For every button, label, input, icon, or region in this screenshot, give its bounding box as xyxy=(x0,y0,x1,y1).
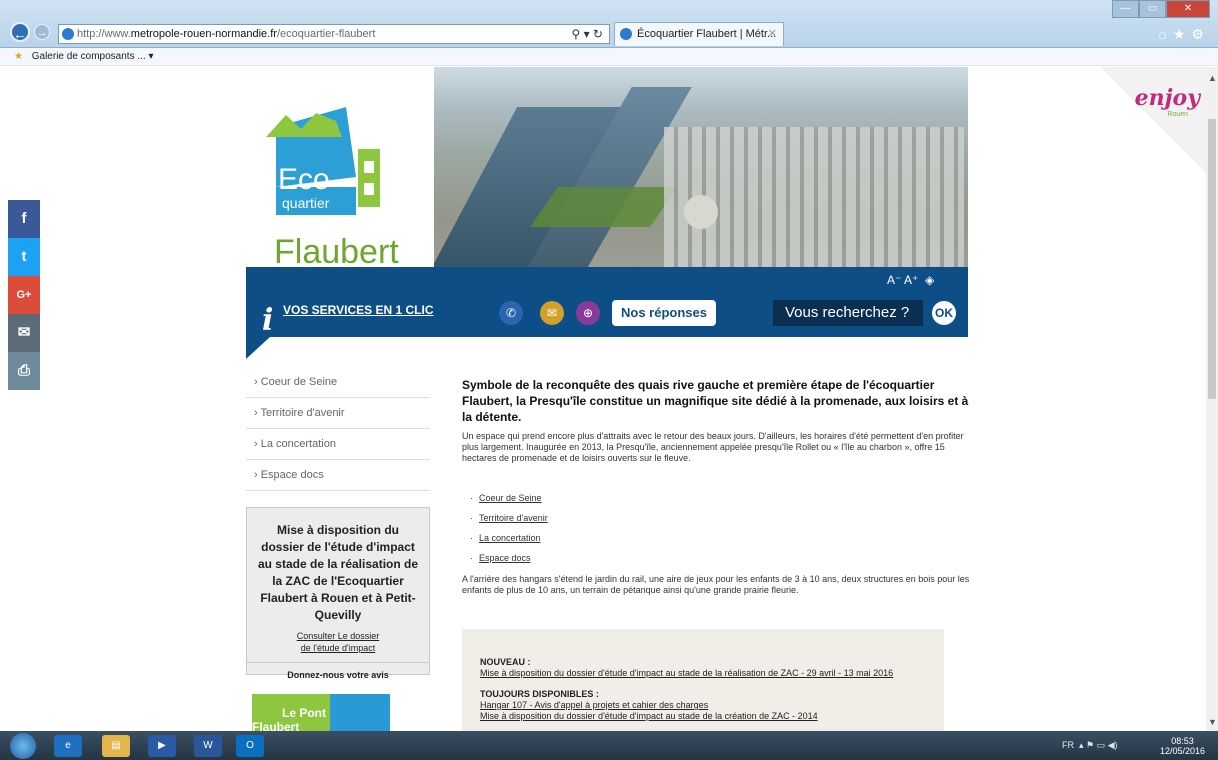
outlook-taskbar-icon[interactable]: O xyxy=(236,735,264,757)
hero-silo-shape xyxy=(684,195,718,229)
tab-globe-icon xyxy=(620,28,632,40)
donnez-avis-link[interactable]: Donnez-nous votre avis xyxy=(247,663,429,687)
clock[interactable]: 08:53 12/05/2016 xyxy=(1160,736,1205,756)
info-icon: i xyxy=(262,303,274,338)
side-navigation: › Coeur de Seine › Territoire d'avenir ›… xyxy=(246,367,430,491)
window-controls: — ▭ ✕ xyxy=(1112,0,1210,18)
nouveau-label: NOUVEAU : xyxy=(480,657,531,667)
forward-button[interactable]: → xyxy=(34,24,50,40)
toujours-link-1[interactable]: Hangar 107 - Avis d'appel à projets et c… xyxy=(480,700,926,711)
search-input[interactable]: Vous recherchez ? xyxy=(773,300,923,326)
mail-icon[interactable]: ✉ xyxy=(540,301,564,325)
dossier-link-line2[interactable]: de l'étude d'impact xyxy=(247,642,429,654)
logo-eco: Eco xyxy=(278,163,330,196)
email-icon[interactable]: ✉ xyxy=(8,314,40,352)
page-scrollbar[interactable]: ▲ ▼ xyxy=(1206,67,1218,731)
browser-titlebar: ← → http://www.metropole-rouen-normandie… xyxy=(0,0,1218,48)
clock-date: 12/05/2016 xyxy=(1160,746,1206,756)
explorer-taskbar-icon[interactable]: ▤ xyxy=(102,735,130,757)
search-refresh-icon[interactable]: ⚲ ▾ ↻ xyxy=(571,25,603,43)
language-indicator[interactable]: FR ▴ ⚑ ▭ ◀) xyxy=(1062,740,1118,751)
phone-icon[interactable]: ✆ xyxy=(499,301,523,325)
content-paragraph-1: Un espace qui prend encore plus d'attrai… xyxy=(462,431,964,463)
web-page: f t G+ ✉ ⎙ enjoy Rouen Eco quartier Flau… xyxy=(0,67,1206,731)
content-link-coeur-de-seine[interactable]: Coeur de Seine xyxy=(479,493,542,503)
pont-line1: Le Pont xyxy=(282,706,326,720)
social-sidebar: f t G+ ✉ ⎙ xyxy=(8,200,40,390)
scroll-up-icon[interactable]: ▲ xyxy=(1208,73,1217,83)
font-size-controls[interactable]: A⁻ A⁺ ◈ xyxy=(887,273,934,287)
sidenav-item-territoire[interactable]: › Territoire d'avenir xyxy=(246,398,430,429)
enjoy-logo: enjoy xyxy=(1134,85,1200,111)
favorites-item[interactable]: Galerie de composants ... xyxy=(32,51,146,62)
google-plus-icon[interactable]: G+ xyxy=(8,276,40,314)
word-taskbar-icon[interactable]: W xyxy=(194,735,222,757)
toujours-link-2[interactable]: Mise à disposition du dossier d'étude d'… xyxy=(480,711,926,722)
url-path: /ecoquartier-flaubert xyxy=(276,28,376,40)
list-item: · La concertation xyxy=(470,533,541,543)
scrollbar-thumb[interactable] xyxy=(1208,119,1216,399)
main-content: Symbole de la reconquête des quais rive … xyxy=(462,377,970,596)
content-links: · Coeur de Seine · Territoire d'avenir · La… xyxy=(470,488,970,568)
facebook-icon[interactable]: f xyxy=(8,200,40,238)
close-button[interactable]: ✕ xyxy=(1166,0,1210,18)
nouveau-link[interactable]: Mise à disposition du dossier d'étude d'… xyxy=(480,668,926,679)
content-link-concertation[interactable]: La concertation xyxy=(479,533,541,543)
browser-tab[interactable]: Écoquartier Flaubert | Métr... ✕ xyxy=(614,22,784,46)
content-link-espace-docs[interactable]: Espace docs xyxy=(479,553,531,563)
pont-icon xyxy=(330,694,390,731)
dossier-link-line1[interactable]: Consulter Le dossier xyxy=(247,630,429,642)
clock-time: 08:53 xyxy=(1171,736,1194,746)
search-ok-button[interactable]: OK xyxy=(932,301,956,325)
toujours-label: TOUJOURS DISPONIBLES : xyxy=(480,689,599,699)
home-star-gear-icon[interactable]: ⌂★⚙ xyxy=(1158,26,1210,43)
address-bar[interactable]: http://www.metropole-rouen-normandie.fr/… xyxy=(58,24,610,44)
font-size-label[interactable]: A⁻ A⁺ xyxy=(887,273,918,287)
list-item: · Coeur de Seine xyxy=(470,493,542,503)
content-paragraph-2: A l'arrière des hangars s'étend le jardi… xyxy=(462,574,970,595)
tab-title: Écoquartier Flaubert | Métr... xyxy=(637,28,777,40)
list-item: · Territoire d'avenir xyxy=(470,513,548,523)
contrast-icon[interactable]: ◈ xyxy=(922,273,934,287)
windows-taskbar: e ▤ ▶ W O FR ▴ ⚑ ▭ ◀) 08:53 12/05/2016 xyxy=(0,731,1218,760)
maximize-button[interactable]: ▭ xyxy=(1139,0,1166,18)
list-item: · Espace docs xyxy=(470,553,531,563)
start-button[interactable] xyxy=(10,733,36,759)
minimize-button[interactable]: — xyxy=(1112,0,1139,18)
pont-line2: Flaubert xyxy=(252,720,300,731)
enjoy-sub: Rouen xyxy=(1167,111,1188,118)
back-button[interactable]: ← xyxy=(10,22,30,42)
services-bar-tip xyxy=(246,337,270,359)
services-link[interactable]: VOS SERVICES EN 1 CLIC xyxy=(283,303,434,317)
nos-reponses-button[interactable]: Nos réponses xyxy=(612,300,716,326)
hero-photo xyxy=(434,67,968,285)
content-heading: Symbole de la reconquête des quais rive … xyxy=(462,378,969,424)
sidenav-item-espace-docs[interactable]: › Espace docs xyxy=(246,460,430,491)
globe-icon[interactable]: ⊕ xyxy=(576,301,600,325)
print-icon[interactable]: ⎙ xyxy=(8,352,40,390)
enjoy-corner-shape xyxy=(1100,67,1206,173)
ie-taskbar-icon[interactable]: e xyxy=(54,735,82,757)
sidenav-item-concertation[interactable]: › La concertation xyxy=(246,429,430,460)
lang-label: FR xyxy=(1062,740,1074,750)
site-globe-icon xyxy=(62,28,74,40)
hero-park-shape xyxy=(529,187,679,227)
url-prefix: http://www. xyxy=(77,28,131,40)
pont-flaubert-banner[interactable]: Le Pont Flaubert xyxy=(252,694,390,731)
enjoy-corner[interactable]: enjoy Rouen xyxy=(1100,67,1206,173)
logo-quartier: quartier xyxy=(282,195,330,211)
dossier-title: Mise à disposition du dossier de l'étude… xyxy=(257,523,419,622)
favorites-bar: ★ Galerie de composants ... ▾ xyxy=(0,48,1218,66)
twitter-icon[interactable]: t xyxy=(8,238,40,276)
favorites-star-icon[interactable]: ★ xyxy=(14,51,23,62)
scroll-down-icon[interactable]: ▼ xyxy=(1208,717,1217,727)
url-domain: metropole-rouen-normandie.fr xyxy=(130,28,277,40)
news-box: NOUVEAU : Mise à disposition du dossier … xyxy=(462,629,944,731)
content-link-territoire[interactable]: Territoire d'avenir xyxy=(479,513,548,523)
media-taskbar-icon[interactable]: ▶ xyxy=(148,735,176,757)
sidenav-item-coeur-de-seine[interactable]: › Coeur de Seine xyxy=(246,367,430,398)
ecoquartier-logo[interactable]: Eco quartier Flaubert xyxy=(246,67,434,285)
tab-close-icon[interactable]: ✕ xyxy=(768,23,777,45)
dossier-box: Mise à disposition du dossier de l'étude… xyxy=(246,507,430,680)
